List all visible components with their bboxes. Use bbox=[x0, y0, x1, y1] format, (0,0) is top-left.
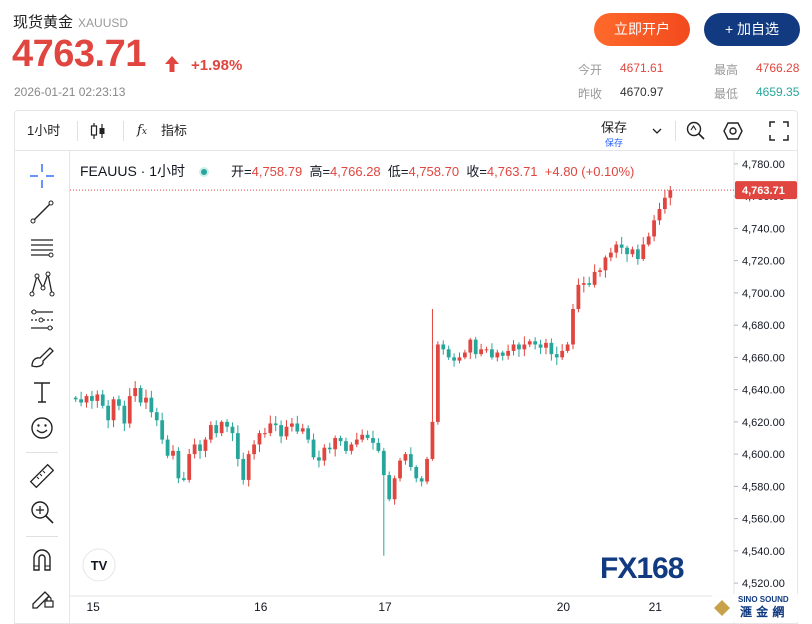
low-value: 4659.35 bbox=[756, 85, 800, 99]
ohlc-legend: FEAUUS · 1小时 开=4,758.79 高=4,766.28 低=4,75… bbox=[80, 161, 634, 181]
open-legend-label: 开= bbox=[231, 164, 252, 179]
candlestick-type-icon[interactable] bbox=[89, 122, 107, 140]
settings-gear-icon[interactable] bbox=[722, 120, 744, 142]
chevron-down-icon[interactable] bbox=[652, 126, 662, 136]
horizontal-lines-icon[interactable] bbox=[28, 234, 56, 262]
tools-divider bbox=[26, 536, 58, 537]
high-label: 最高 bbox=[714, 63, 739, 77]
quote-timestamp: 2026-01-21 02:23:13 bbox=[14, 85, 126, 99]
high-legend-label: 高= bbox=[309, 164, 331, 179]
drawing-toolbar bbox=[14, 150, 70, 624]
open-label: 今开 bbox=[578, 63, 603, 77]
text-tool-icon[interactable] bbox=[28, 378, 56, 406]
open-legend-value: 4,758.79 bbox=[251, 164, 303, 179]
market-status-dot bbox=[199, 167, 210, 177]
toolbar-divider bbox=[77, 121, 78, 141]
toolbar-divider bbox=[675, 121, 676, 141]
low-label: 最低 bbox=[714, 87, 739, 101]
change-percent: +1.98% bbox=[191, 57, 243, 74]
crosshair-icon[interactable] bbox=[28, 162, 56, 190]
instrument-name: 现货黄金 XAUUSD bbox=[13, 11, 128, 32]
close-legend-value: 4,763.71 bbox=[486, 164, 538, 179]
lock-drawings-icon[interactable] bbox=[28, 582, 56, 610]
brush-icon[interactable] bbox=[28, 342, 56, 370]
last-price: 4763.71 bbox=[12, 33, 146, 75]
save-sublabel: 保存 bbox=[605, 138, 624, 148]
open-value: 4671.61 bbox=[620, 61, 664, 75]
indicators-button[interactable]: 指标 bbox=[161, 111, 187, 151]
prev-close-value: 4670.97 bbox=[620, 85, 664, 99]
tools-divider bbox=[26, 452, 58, 453]
change-legend-value: +4.80 (+0.10%) bbox=[544, 164, 635, 179]
prev-close-label: 昨收 bbox=[578, 87, 603, 101]
symbol-label[interactable]: FEAUUS · 1小时 bbox=[80, 163, 185, 179]
interval-selector[interactable]: 1小时 bbox=[27, 111, 60, 151]
emoji-icon[interactable] bbox=[28, 414, 56, 442]
open-account-button[interactable]: 立即开户 bbox=[594, 13, 690, 46]
zoom-in-icon[interactable] bbox=[28, 498, 56, 526]
ruler-icon[interactable] bbox=[28, 462, 56, 490]
function-icon[interactable]: fx bbox=[137, 111, 147, 151]
instrument-title: 现货黄金 bbox=[13, 14, 74, 31]
close-legend-label: 收= bbox=[466, 164, 487, 179]
save-label: 保存 bbox=[601, 120, 628, 135]
high-legend-value: 4,766.28 bbox=[330, 164, 381, 179]
save-layout-button[interactable]: 保存 保存 bbox=[601, 117, 627, 149]
chart-frame bbox=[14, 150, 798, 624]
low-legend-label: 低= bbox=[387, 164, 409, 179]
magnet-icon[interactable] bbox=[28, 546, 56, 574]
chart-toolbar: 1小时 fx 指标 保存 保存 bbox=[14, 110, 798, 150]
quick-search-icon[interactable] bbox=[685, 120, 707, 142]
pattern-tool-icon[interactable] bbox=[28, 270, 56, 298]
high-value: 4766.28 bbox=[756, 61, 800, 75]
fullscreen-icon[interactable] bbox=[769, 121, 789, 141]
low-legend-value: 4,758.70 bbox=[408, 164, 460, 179]
up-arrow-icon bbox=[165, 56, 179, 72]
fibonacci-icon[interactable] bbox=[28, 306, 56, 334]
instrument-code: XAUUSD bbox=[78, 16, 129, 30]
add-watchlist-button[interactable]: + 加自选 bbox=[704, 13, 800, 46]
toolbar-divider bbox=[123, 121, 124, 141]
trend-line-icon[interactable] bbox=[28, 198, 56, 226]
